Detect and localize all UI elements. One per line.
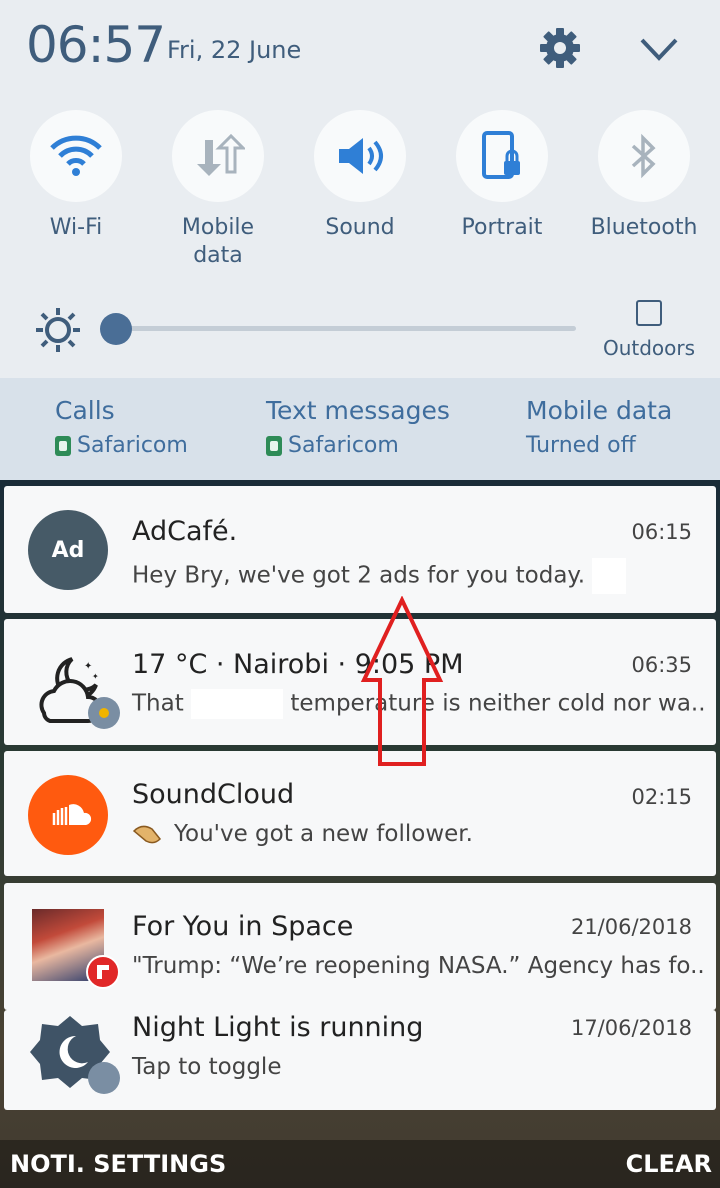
waving-hand-icon — [132, 825, 162, 844]
notification-time: 21/06/2018 — [570, 915, 692, 939]
toggle-label: Mobile data — [148, 214, 288, 270]
date: Fri, 22 June — [167, 36, 302, 64]
chevron-down-icon[interactable] — [636, 28, 682, 70]
notification-flipboard[interactable]: For You in Space "Trump: “We’re reopenin… — [4, 883, 716, 1010]
notification-time: 06:35 — [631, 653, 692, 677]
sound-icon — [314, 110, 406, 202]
toggle-mobile-data[interactable]: Mobile data — [148, 110, 288, 270]
weather-night-cloud-icon: ✦ ✦ — [39, 657, 120, 729]
notification-time: 02:15 — [631, 785, 692, 809]
notification-body: "Trump: “We’re reopening NASA.” Agency h… — [132, 953, 705, 979]
svg-text:✦: ✦ — [84, 661, 92, 672]
notification-time: 17/06/2018 — [570, 1016, 692, 1040]
toggle-label: Wi-Fi — [49, 215, 103, 240]
notification-body: You've got a new follower. — [132, 821, 473, 847]
notification-night-light[interactable]: Night Light is running Tap to toggle 17/… — [4, 1010, 716, 1110]
annotation-arrow-icon — [360, 596, 444, 766]
sim-title: Text messages — [266, 396, 450, 425]
sim-card-icon — [266, 435, 282, 456]
notification-time: 06:15 — [631, 520, 692, 544]
toggle-portrait[interactable]: Portrait — [432, 110, 572, 242]
clear-button[interactable]: CLEAR — [626, 1150, 712, 1178]
flipboard-icon — [86, 955, 120, 989]
notification-soundcloud[interactable]: SoundCloud You've got a new follower. 02… — [4, 751, 716, 876]
toggle-label-line2: data — [193, 243, 243, 268]
sim-title: Mobile data — [526, 396, 673, 425]
notification-title: For You in Space — [132, 911, 354, 942]
quick-panel: 06:57 Fri, 22 June Wi-Fi Mobile data Sou… — [0, 0, 720, 378]
sim-calls[interactable]: Calls Safaricom — [55, 396, 188, 458]
mobile-data-icon — [172, 110, 264, 202]
sim-card-strip: Calls Safaricom Text messages Safaricom … — [0, 378, 720, 480]
toggle-label-line1: Mobile — [181, 215, 255, 240]
noti-settings-button[interactable]: NOTI. SETTINGS — [10, 1150, 226, 1178]
toggle-sound[interactable]: Sound — [290, 110, 430, 242]
brightness-icon — [36, 308, 80, 352]
notification-body: Tap to toggle — [132, 1054, 282, 1080]
adcafe-avatar: Ad — [28, 510, 108, 590]
soundcloud-icon — [28, 775, 108, 855]
night-light-icon — [30, 1016, 120, 1094]
brightness-slider[interactable] — [116, 326, 576, 331]
outdoors-checkbox[interactable] — [636, 300, 662, 326]
notification-title: AdCafé. — [132, 516, 238, 547]
toggle-label: Portrait — [461, 215, 543, 240]
notification-body-suffix: temperature is neither cold nor wa.. — [290, 690, 706, 717]
bluetooth-icon — [598, 110, 690, 202]
portrait-lock-icon — [456, 110, 548, 202]
sim-value: Safaricom — [288, 433, 399, 458]
notification-body-prefix: That — [132, 690, 184, 717]
notification-body-text: You've got a new follower. — [174, 821, 473, 847]
redacted-block — [592, 558, 627, 594]
toggle-label: Sound — [325, 215, 395, 240]
sim-value: Turned off — [526, 433, 636, 458]
outdoors-label: Outdoors — [602, 336, 696, 360]
settings-gear-icon[interactable] — [536, 24, 584, 72]
toggle-bluetooth[interactable]: Bluetooth — [574, 110, 714, 242]
sim-text-messages[interactable]: Text messages Safaricom — [266, 396, 450, 458]
notification-body-text: Hey Bry, we've got 2 ads for you today. — [132, 562, 586, 589]
toggle-label: Bluetooth — [590, 215, 698, 240]
notification-title: Night Light is running — [132, 1012, 424, 1043]
notification-body: Hey Bry, we've got 2 ads for you today. — [132, 558, 627, 594]
sim-card-icon — [55, 435, 71, 456]
brightness-slider-thumb[interactable] — [100, 313, 132, 345]
sim-title: Calls — [55, 396, 115, 425]
notification-adcafe[interactable]: Ad AdCafé. Hey Bry, we've got 2 ads for … — [4, 486, 716, 613]
redacted-block — [191, 689, 284, 719]
clock: 06:57 — [26, 16, 166, 74]
toggle-wifi[interactable]: Wi-Fi — [6, 110, 146, 242]
notification-title: SoundCloud — [132, 779, 295, 810]
sim-value: Safaricom — [77, 433, 188, 458]
wifi-icon — [30, 110, 122, 202]
sim-mobile-data[interactable]: Mobile data Turned off — [526, 396, 672, 458]
svg-text:✦: ✦ — [92, 672, 99, 681]
